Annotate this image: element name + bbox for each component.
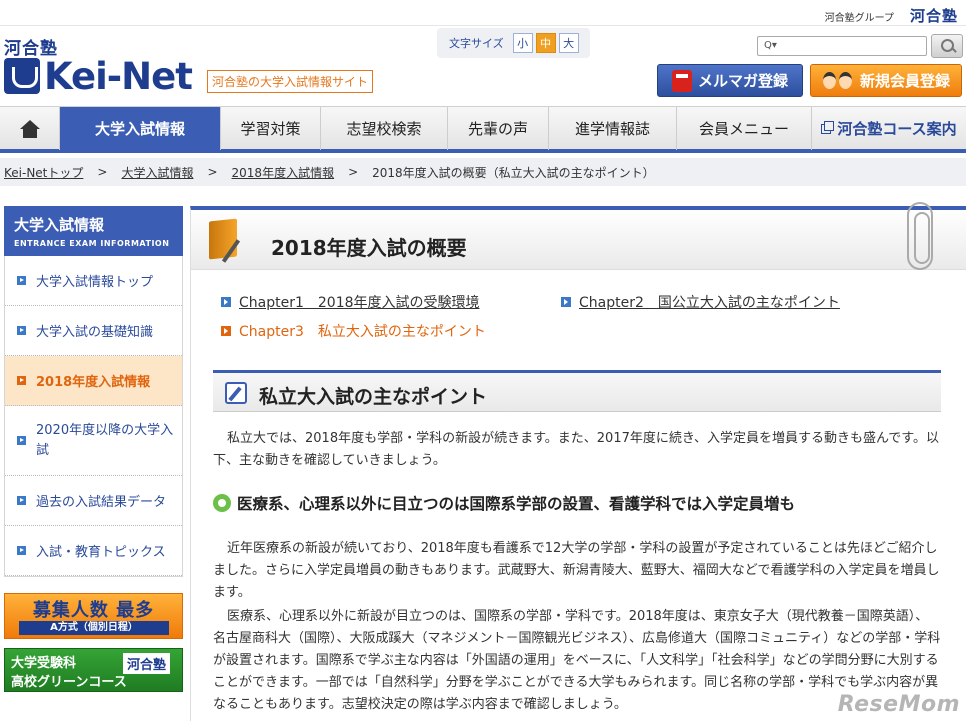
top-strip: 河合塾グループ 河合塾 — [0, 0, 966, 26]
arrow-bullet-icon — [17, 496, 26, 505]
intro-paragraph: 私立大では、2018年度も学部・学科の新設が続きます。また、2017年度に続き、… — [213, 431, 940, 468]
sub-heading-text: 医療系、心理系以外に目立つのは国際系学部の設置、看護学科では入学定員増も — [237, 495, 796, 513]
chapter-link-1[interactable]: Chapter1 2018年度入試の受験環境 — [221, 292, 480, 312]
sidebar-item-label: 大学入試の基礎知識 — [36, 325, 154, 340]
sidebar-item-label: 大学入試情報トップ — [36, 275, 154, 290]
search-input[interactable]: Q▾ — [757, 36, 927, 56]
kawai-group-logo[interactable]: 河合塾 — [910, 5, 958, 26]
nav-member-menu[interactable]: 会員メニュー — [677, 107, 812, 150]
external-window-icon — [821, 120, 835, 134]
new-member-button[interactable]: 新規会員登録 — [810, 64, 962, 97]
breadcrumb-sep: > — [207, 165, 218, 179]
breadcrumb-top[interactable]: Kei-Netトップ — [4, 164, 83, 181]
new-member-label: 新規会員登録 — [859, 72, 950, 90]
mail-magazine-button[interactable]: メルマガ登録 — [657, 64, 803, 97]
green-banner-kawai-logo: 河合塾 — [123, 653, 171, 674]
sidebar-subtitle: ENTRANCE EXAM INFORMATION — [14, 239, 170, 248]
arrow-bullet-icon — [561, 297, 571, 307]
breadcrumb-2018[interactable]: 2018年度入試情報 — [232, 164, 335, 181]
arrow-bullet-icon — [17, 546, 26, 555]
main-content: 2018年度入試の概要 Chapter1 2018年度入試の受験環境 Chapt… — [190, 202, 966, 721]
chapter-link-3: Chapter3 私立大入試の主なポイント — [221, 321, 486, 341]
breadcrumb-sep: > — [348, 165, 359, 179]
chapter-1-label: Chapter1 2018年度入試の受験環境 — [239, 295, 480, 311]
search-prefix-icon: Q▾ — [764, 40, 777, 51]
site-logo[interactable]: Kei-Net — [4, 54, 193, 98]
sidebar-item-basics[interactable]: 大学入試の基礎知識 — [5, 306, 182, 356]
chapter-link-2[interactable]: Chapter2 国公立大入試の主なポイント — [561, 292, 840, 312]
body-paragraph-2: 医療系、心理系以外に新設が目立つのは、国際系の学部・学科です。2018年度は、東… — [213, 609, 941, 712]
arrow-bullet-icon — [17, 326, 26, 335]
sidebar-title: 大学入試情報 — [14, 216, 105, 234]
font-size-small-button[interactable]: 小 — [512, 33, 533, 53]
sidebar: 大学入試情報 ENTRANCE EXAM INFORMATION 大学入試情報ト… — [4, 206, 183, 577]
font-size-medium-button[interactable]: 中 — [535, 33, 556, 53]
nav-senior-voice[interactable]: 先輩の声 — [448, 107, 549, 150]
breadcrumb-current: 2018年度入試の概要（私立大入試の主なポイント） — [372, 165, 655, 180]
green-course-banner[interactable]: 大学受験科 高校グリーンコース 河合塾 — [4, 648, 183, 692]
global-nav: 大学入試情報 学習対策 志望校検索 先輩の声 進学情報誌 会員メニュー 河合塾コ… — [0, 106, 966, 153]
sidebar-item-label: 2018年度入試情報 — [36, 375, 151, 390]
page-title-bar: 2018年度入試の概要 — [191, 202, 966, 270]
breadcrumb: Kei-Netトップ > 大学入試情報 > 2018年度入試情報 > 2018年… — [0, 158, 966, 186]
sub-heading: 医療系、心理系以外に目立つのは国際系学部の設置、看護学科では入学定員増も — [213, 492, 941, 514]
sidebar-item-label: 入試・教育トピックス — [36, 545, 166, 560]
nav-study[interactable]: 学習対策 — [221, 107, 321, 150]
nav-course-guide[interactable]: 河合塾コース案内 — [812, 107, 966, 150]
recruit-banner-title: 募集人数 最多 — [32, 600, 155, 621]
sidebar-item-top[interactable]: 大学入試情報トップ — [5, 256, 182, 306]
mailbox-icon — [671, 69, 692, 92]
breadcrumb-sep: > — [97, 165, 108, 179]
body-paragraph-1: 近年医療系の新設が続いており、2018年度も看護系で12大学の学部・学科の設置が… — [213, 541, 940, 600]
watermark-logo: ReseMom — [837, 692, 960, 717]
arrow-bullet-icon — [221, 297, 231, 307]
paperclip-icon — [907, 202, 933, 270]
sidebar-list: 大学入試情報トップ 大学入試の基礎知識 2018年度入試情報 2020年度以降の… — [4, 256, 183, 577]
sidebar-header: 大学入試情報 ENTRANCE EXAM INFORMATION — [4, 206, 183, 256]
logo-text: Kei-Net — [44, 54, 193, 98]
sidebar-item-2020[interactable]: 2020年度以降の大学入試 — [5, 406, 182, 476]
logo-badge-icon — [4, 58, 40, 94]
nav-magazine[interactable]: 進学情報誌 — [549, 107, 677, 150]
green-circle-icon — [213, 494, 231, 512]
book-pen-icon — [207, 218, 243, 263]
font-size-label: 文字サイズ — [449, 37, 504, 50]
section-title: 私立大入試の主なポイント — [259, 386, 488, 408]
arrow-bullet-icon — [17, 436, 26, 445]
arrow-bullet-icon — [17, 276, 26, 285]
page-title: 2018年度入試の概要 — [271, 236, 467, 260]
pencil-icon — [225, 382, 247, 404]
sidebar-item-topics[interactable]: 入試・教育トピックス — [5, 526, 182, 576]
home-icon — [19, 119, 40, 138]
sidebar-item-label: 2020年度以降の大学入試 — [36, 422, 174, 458]
mail-magazine-label: メルマガ登録 — [697, 72, 788, 90]
nav-entrance-exam[interactable]: 大学入試情報 — [60, 107, 221, 150]
green-banner-line2: 高校グリーンコース — [11, 675, 127, 690]
search-button[interactable] — [931, 34, 963, 58]
font-size-large-button[interactable]: 大 — [558, 33, 579, 53]
arrow-bullet-icon — [17, 376, 26, 385]
chapter-3-label: Chapter3 私立大入試の主なポイント — [239, 324, 486, 340]
recruit-banner[interactable]: 募集人数 最多 A方式（個別日程） — [4, 593, 183, 639]
chapter-2-label: Chapter2 国公立大入試の主なポイント — [579, 295, 840, 311]
site-tagline: 河合塾の大学入試情報サイト — [207, 70, 374, 93]
green-banner-line1: 大学受験科 — [11, 656, 77, 671]
nav-school-search[interactable]: 志望校検索 — [321, 107, 448, 150]
font-size-control: 文字サイズ 小 中 大 — [437, 28, 590, 58]
sidebar-item-past-results[interactable]: 過去の入試結果データ — [5, 476, 182, 526]
sidebar-item-label: 過去の入試結果データ — [36, 495, 167, 510]
breadcrumb-exam-info[interactable]: 大学入試情報 — [121, 164, 193, 181]
nav-course-label: 河合塾コース案内 — [837, 120, 957, 138]
sidebar-item-2018[interactable]: 2018年度入試情報 — [5, 356, 182, 406]
people-icon — [822, 70, 854, 92]
nav-home[interactable] — [0, 107, 60, 150]
arrow-bullet-icon — [221, 326, 231, 336]
group-link[interactable]: 河合塾グループ — [825, 9, 894, 24]
section-heading: 私立大入試の主なポイント — [213, 370, 941, 412]
recruit-banner-sub: A方式（個別日程） — [19, 621, 169, 635]
